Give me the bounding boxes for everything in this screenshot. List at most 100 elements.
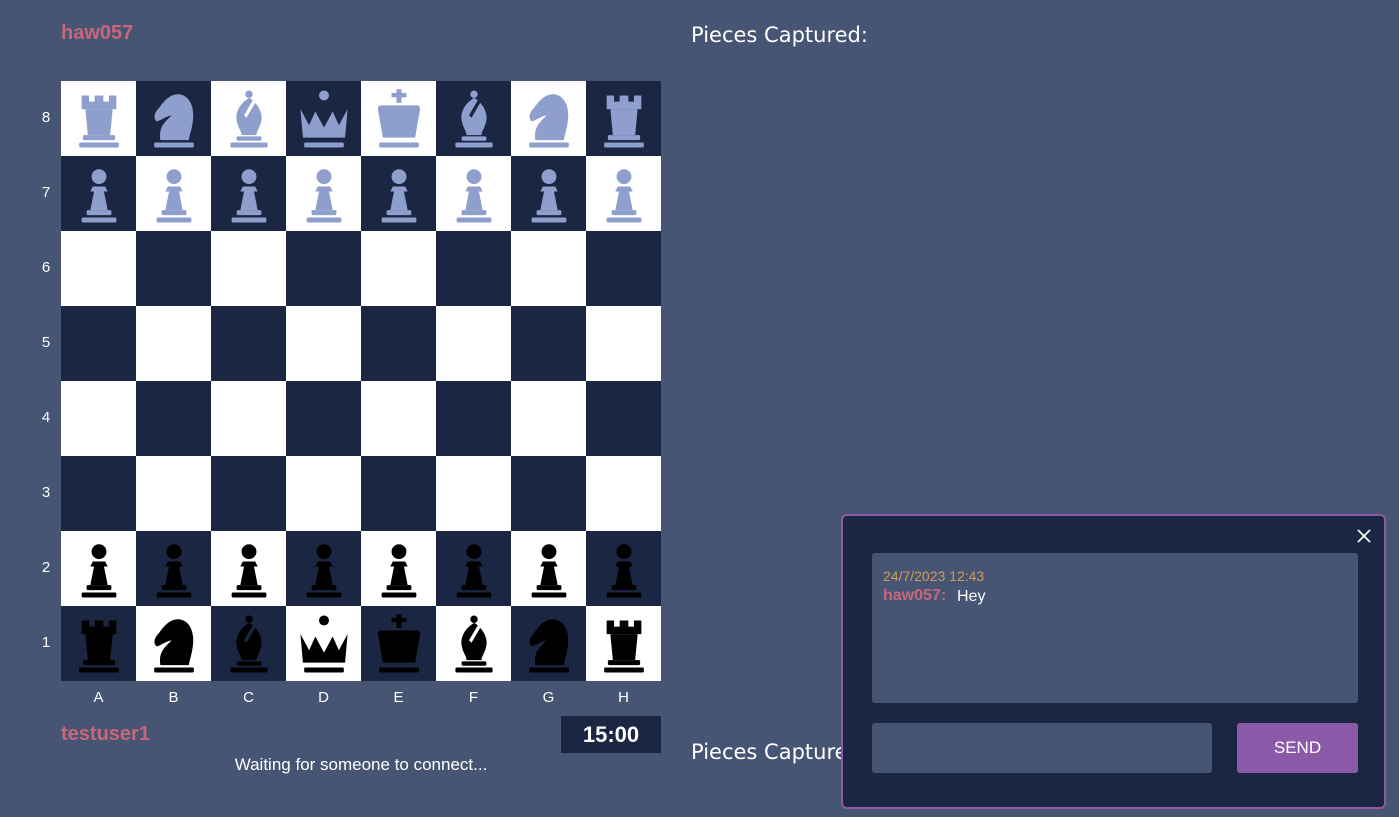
square-h3[interactable] (586, 456, 661, 531)
square-c8[interactable] (211, 81, 286, 156)
square-e7[interactable] (361, 156, 436, 231)
white-pawn-icon[interactable] (443, 163, 505, 225)
square-g4[interactable] (511, 381, 586, 456)
square-d6[interactable] (286, 231, 361, 306)
black-king-icon[interactable] (368, 613, 430, 675)
square-a5[interactable] (61, 306, 136, 381)
black-knight-icon[interactable] (518, 613, 580, 675)
square-e2[interactable] (361, 531, 436, 606)
square-e3[interactable] (361, 456, 436, 531)
white-rook-icon[interactable] (68, 88, 130, 150)
white-pawn-icon[interactable] (68, 163, 130, 225)
white-pawn-icon[interactable] (593, 163, 655, 225)
black-pawn-icon[interactable] (518, 538, 580, 600)
square-b3[interactable] (136, 456, 211, 531)
square-g7[interactable] (511, 156, 586, 231)
square-h7[interactable] (586, 156, 661, 231)
square-a8[interactable] (61, 81, 136, 156)
square-h5[interactable] (586, 306, 661, 381)
close-icon[interactable] (1354, 526, 1374, 546)
square-f3[interactable] (436, 456, 511, 531)
square-b5[interactable] (136, 306, 211, 381)
square-b2[interactable] (136, 531, 211, 606)
black-knight-icon[interactable] (143, 613, 205, 675)
square-f2[interactable] (436, 531, 511, 606)
square-h1[interactable] (586, 606, 661, 681)
white-pawn-icon[interactable] (218, 163, 280, 225)
white-pawn-icon[interactable] (368, 163, 430, 225)
black-rook-icon[interactable] (593, 613, 655, 675)
white-pawn-icon[interactable] (293, 163, 355, 225)
square-a4[interactable] (61, 381, 136, 456)
square-d1[interactable] (286, 606, 361, 681)
square-f6[interactable] (436, 231, 511, 306)
square-h2[interactable] (586, 531, 661, 606)
square-a6[interactable] (61, 231, 136, 306)
black-pawn-icon[interactable] (593, 538, 655, 600)
white-king-icon[interactable] (368, 88, 430, 150)
white-bishop-icon[interactable] (443, 88, 505, 150)
square-d5[interactable] (286, 306, 361, 381)
chess-board[interactable] (61, 81, 661, 681)
square-h8[interactable] (586, 81, 661, 156)
square-h4[interactable] (586, 381, 661, 456)
white-bishop-icon[interactable] (218, 88, 280, 150)
chat-input[interactable] (872, 723, 1212, 773)
square-g1[interactable] (511, 606, 586, 681)
black-bishop-icon[interactable] (218, 613, 280, 675)
square-b8[interactable] (136, 81, 211, 156)
square-c7[interactable] (211, 156, 286, 231)
square-a7[interactable] (61, 156, 136, 231)
square-a1[interactable] (61, 606, 136, 681)
square-c1[interactable] (211, 606, 286, 681)
black-pawn-icon[interactable] (68, 538, 130, 600)
square-e6[interactable] (361, 231, 436, 306)
square-d8[interactable] (286, 81, 361, 156)
square-g8[interactable] (511, 81, 586, 156)
white-pawn-icon[interactable] (518, 163, 580, 225)
send-button[interactable]: SEND (1237, 723, 1358, 773)
square-c5[interactable] (211, 306, 286, 381)
white-knight-icon[interactable] (518, 88, 580, 150)
white-pawn-icon[interactable] (143, 163, 205, 225)
square-b6[interactable] (136, 231, 211, 306)
square-f4[interactable] (436, 381, 511, 456)
square-b7[interactable] (136, 156, 211, 231)
square-a3[interactable] (61, 456, 136, 531)
square-f1[interactable] (436, 606, 511, 681)
black-pawn-icon[interactable] (368, 538, 430, 600)
black-bishop-icon[interactable] (443, 613, 505, 675)
square-c6[interactable] (211, 231, 286, 306)
white-rook-icon[interactable] (593, 88, 655, 150)
black-pawn-icon[interactable] (143, 538, 205, 600)
square-e4[interactable] (361, 381, 436, 456)
square-d4[interactable] (286, 381, 361, 456)
white-knight-icon[interactable] (143, 88, 205, 150)
black-rook-icon[interactable] (68, 613, 130, 675)
square-b4[interactable] (136, 381, 211, 456)
black-pawn-icon[interactable] (443, 538, 505, 600)
square-c4[interactable] (211, 381, 286, 456)
square-c3[interactable] (211, 456, 286, 531)
square-f7[interactable] (436, 156, 511, 231)
square-b1[interactable] (136, 606, 211, 681)
square-e8[interactable] (361, 81, 436, 156)
square-d3[interactable] (286, 456, 361, 531)
black-queen-icon[interactable] (293, 613, 355, 675)
square-e1[interactable] (361, 606, 436, 681)
square-d2[interactable] (286, 531, 361, 606)
square-g5[interactable] (511, 306, 586, 381)
square-d7[interactable] (286, 156, 361, 231)
square-f8[interactable] (436, 81, 511, 156)
square-f5[interactable] (436, 306, 511, 381)
square-a2[interactable] (61, 531, 136, 606)
square-g3[interactable] (511, 456, 586, 531)
square-g6[interactable] (511, 231, 586, 306)
black-pawn-icon[interactable] (293, 538, 355, 600)
square-c2[interactable] (211, 531, 286, 606)
square-h6[interactable] (586, 231, 661, 306)
square-e5[interactable] (361, 306, 436, 381)
black-pawn-icon[interactable] (218, 538, 280, 600)
white-queen-icon[interactable] (293, 88, 355, 150)
square-g2[interactable] (511, 531, 586, 606)
